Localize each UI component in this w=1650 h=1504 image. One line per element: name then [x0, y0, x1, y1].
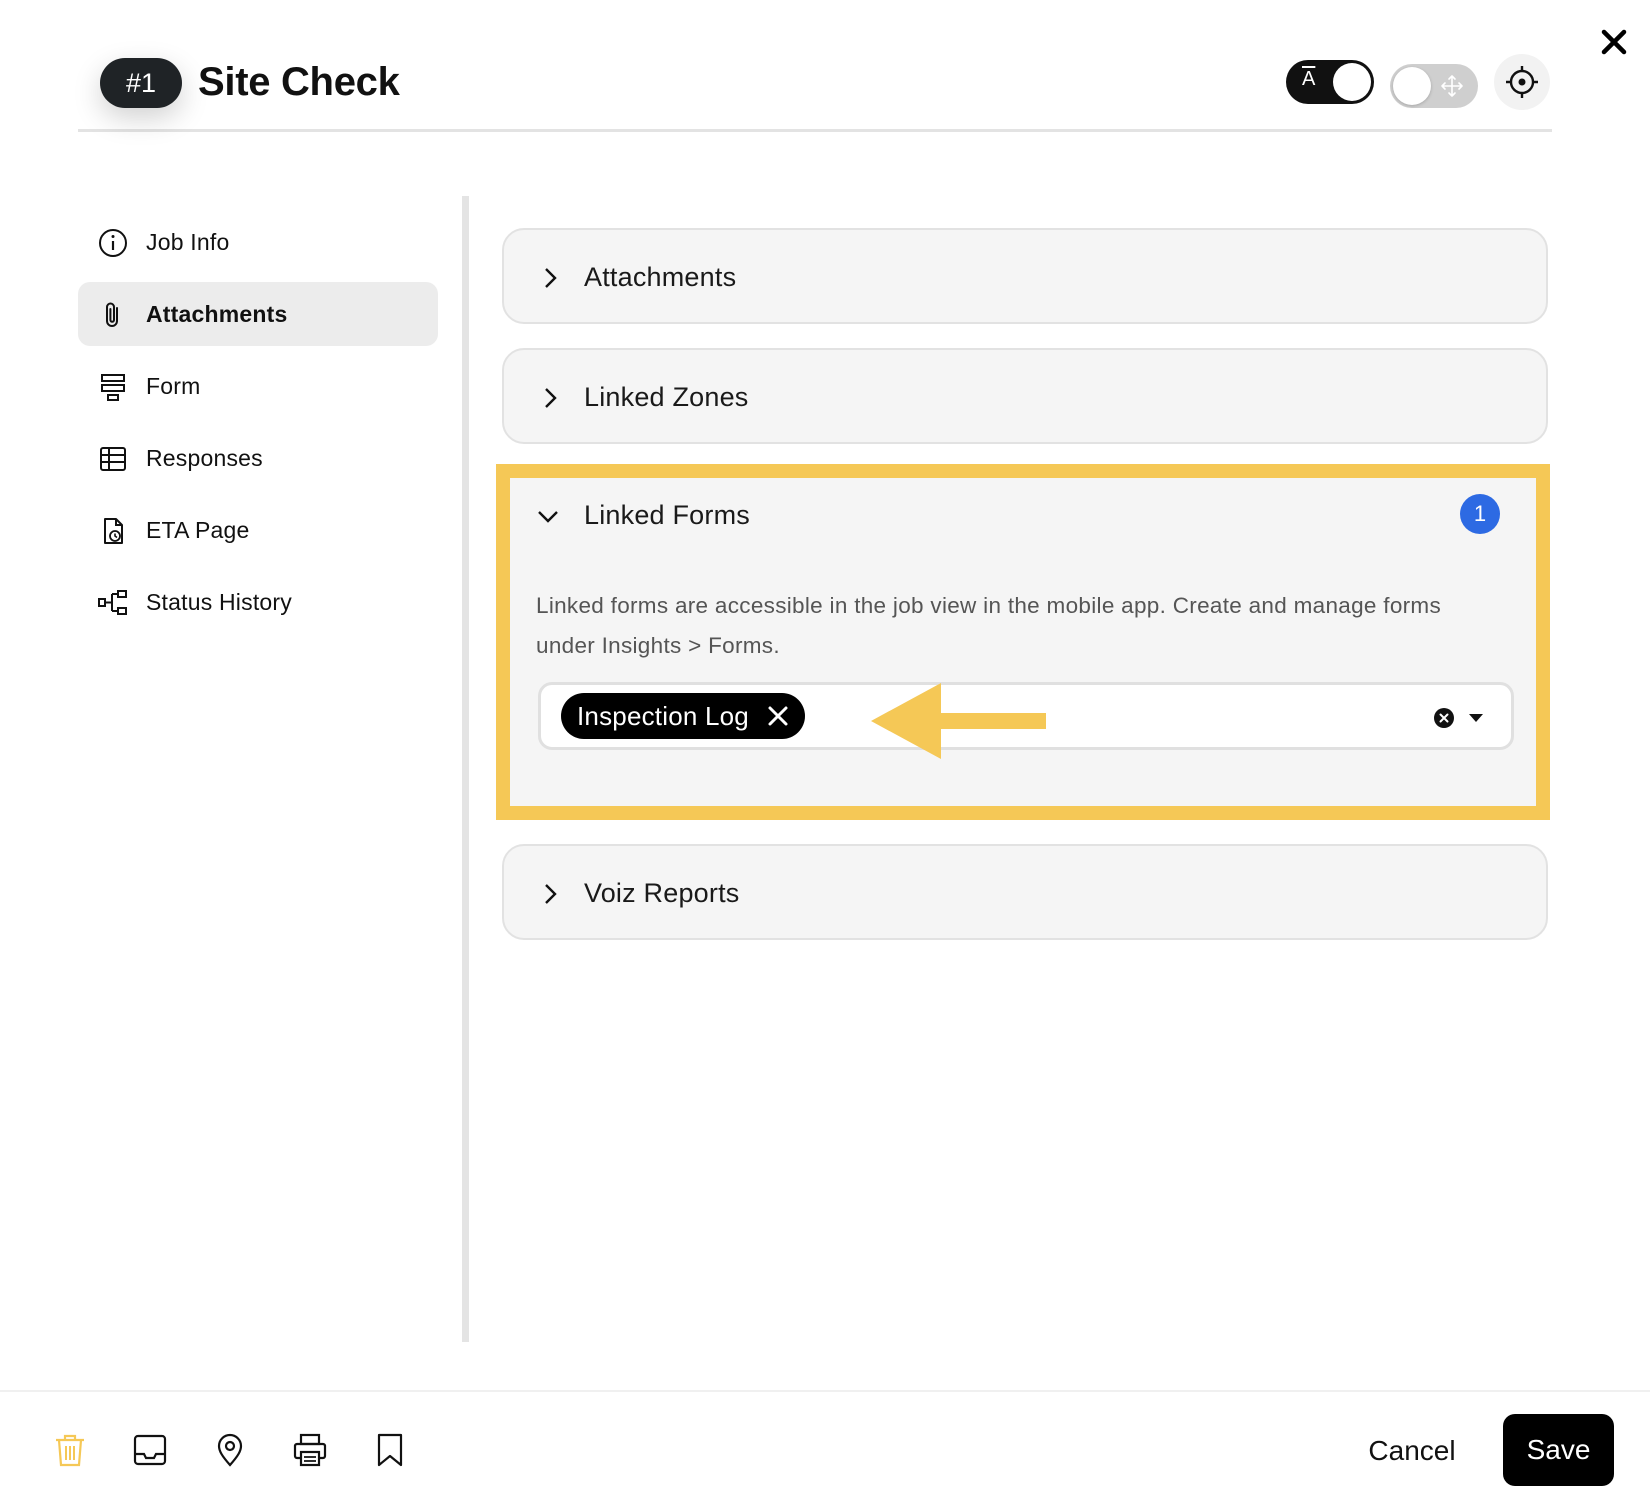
clear-selection-icon[interactable]: [1433, 707, 1455, 729]
annotation-arrow-icon: [871, 683, 1046, 759]
sidebar-item-label: Form: [146, 372, 201, 399]
section-label: Linked Zones: [584, 382, 749, 412]
linked-forms-description: Linked forms are accessible in the job v…: [536, 593, 1442, 658]
chevron-right-icon: [545, 388, 557, 408]
inbox-icon[interactable]: [132, 1432, 168, 1468]
selected-form-chip: Inspection Log: [561, 693, 805, 739]
dropdown-caret-icon[interactable]: [1467, 711, 1485, 725]
sidebar-item-form[interactable]: Form: [78, 354, 438, 418]
linked-forms-header[interactable]: Linked Forms 1: [510, 478, 1536, 554]
toggle-knob: [1393, 67, 1431, 105]
paperclip-icon: [106, 302, 118, 327]
chevron-right-icon: [545, 268, 557, 288]
footer-divider: [0, 1390, 1650, 1392]
printer-icon[interactable]: [292, 1432, 328, 1468]
flow-icon: [98, 590, 127, 615]
label-toggle[interactable]: A: [1286, 60, 1374, 104]
chevron-down-icon: [538, 511, 558, 523]
chevron-right-icon: [545, 884, 557, 904]
section-linked-forms: Linked Forms 1 Linked forms are accessib…: [510, 478, 1536, 806]
locate-button[interactable]: [1494, 54, 1550, 110]
cancel-button[interactable]: Cancel: [1352, 1416, 1472, 1486]
close-icon[interactable]: [1594, 22, 1634, 62]
toggle-knob: [1333, 63, 1371, 101]
text-label-icon: A: [1302, 68, 1315, 91]
section-label: Voiz Reports: [584, 878, 740, 908]
sidebar-nav: Job Info Attachments Form Responses ETA …: [78, 210, 438, 642]
bookmark-icon[interactable]: [372, 1432, 408, 1468]
vertical-divider: [462, 196, 469, 1342]
table-icon: [100, 447, 126, 471]
remove-chip-icon[interactable]: [767, 705, 789, 727]
sidebar-item-job-info[interactable]: Job Info: [78, 210, 438, 274]
document-clock-icon: [104, 518, 123, 544]
section-linked-zones[interactable]: Linked Zones: [502, 348, 1548, 444]
info-icon: [99, 229, 127, 257]
section-label: Attachments: [584, 262, 737, 292]
modal-header: #1 Site Check A: [78, 40, 1552, 132]
crosshair-icon: [1506, 66, 1538, 98]
linked-forms-select[interactable]: Inspection Log: [538, 682, 1514, 759]
sidebar-item-responses[interactable]: Responses: [78, 426, 438, 490]
section-attachments[interactable]: Attachments: [502, 228, 1548, 324]
sidebar-item-eta-page[interactable]: ETA Page: [78, 498, 438, 562]
chip-label: Inspection Log: [577, 700, 749, 731]
section-label: Linked Forms: [584, 500, 750, 530]
sidebar-item-label: Job Info: [146, 228, 230, 255]
job-number-badge: #1: [100, 58, 182, 108]
sidebar-item-label: ETA Page: [146, 516, 250, 543]
count-badge: 1: [1460, 494, 1500, 534]
sidebar-item-label: Responses: [146, 444, 263, 471]
map-pin-icon[interactable]: [212, 1432, 248, 1468]
sidebar-item-status-history[interactable]: Status History: [78, 570, 438, 634]
sidebar-item-attachments[interactable]: Attachments: [78, 282, 438, 346]
sidebar-item-label: Attachments: [146, 300, 288, 327]
text-label-glyph: A: [1302, 68, 1316, 90]
trash-icon[interactable]: [52, 1432, 88, 1468]
save-button[interactable]: Save: [1503, 1414, 1614, 1486]
form-icon: [101, 374, 125, 401]
page-title: Site Check: [198, 60, 400, 104]
section-voiz-reports[interactable]: Voiz Reports: [502, 844, 1548, 940]
move-toggle[interactable]: [1390, 64, 1478, 108]
move-icon: [1441, 75, 1463, 97]
sidebar-item-label: Status History: [146, 588, 292, 615]
